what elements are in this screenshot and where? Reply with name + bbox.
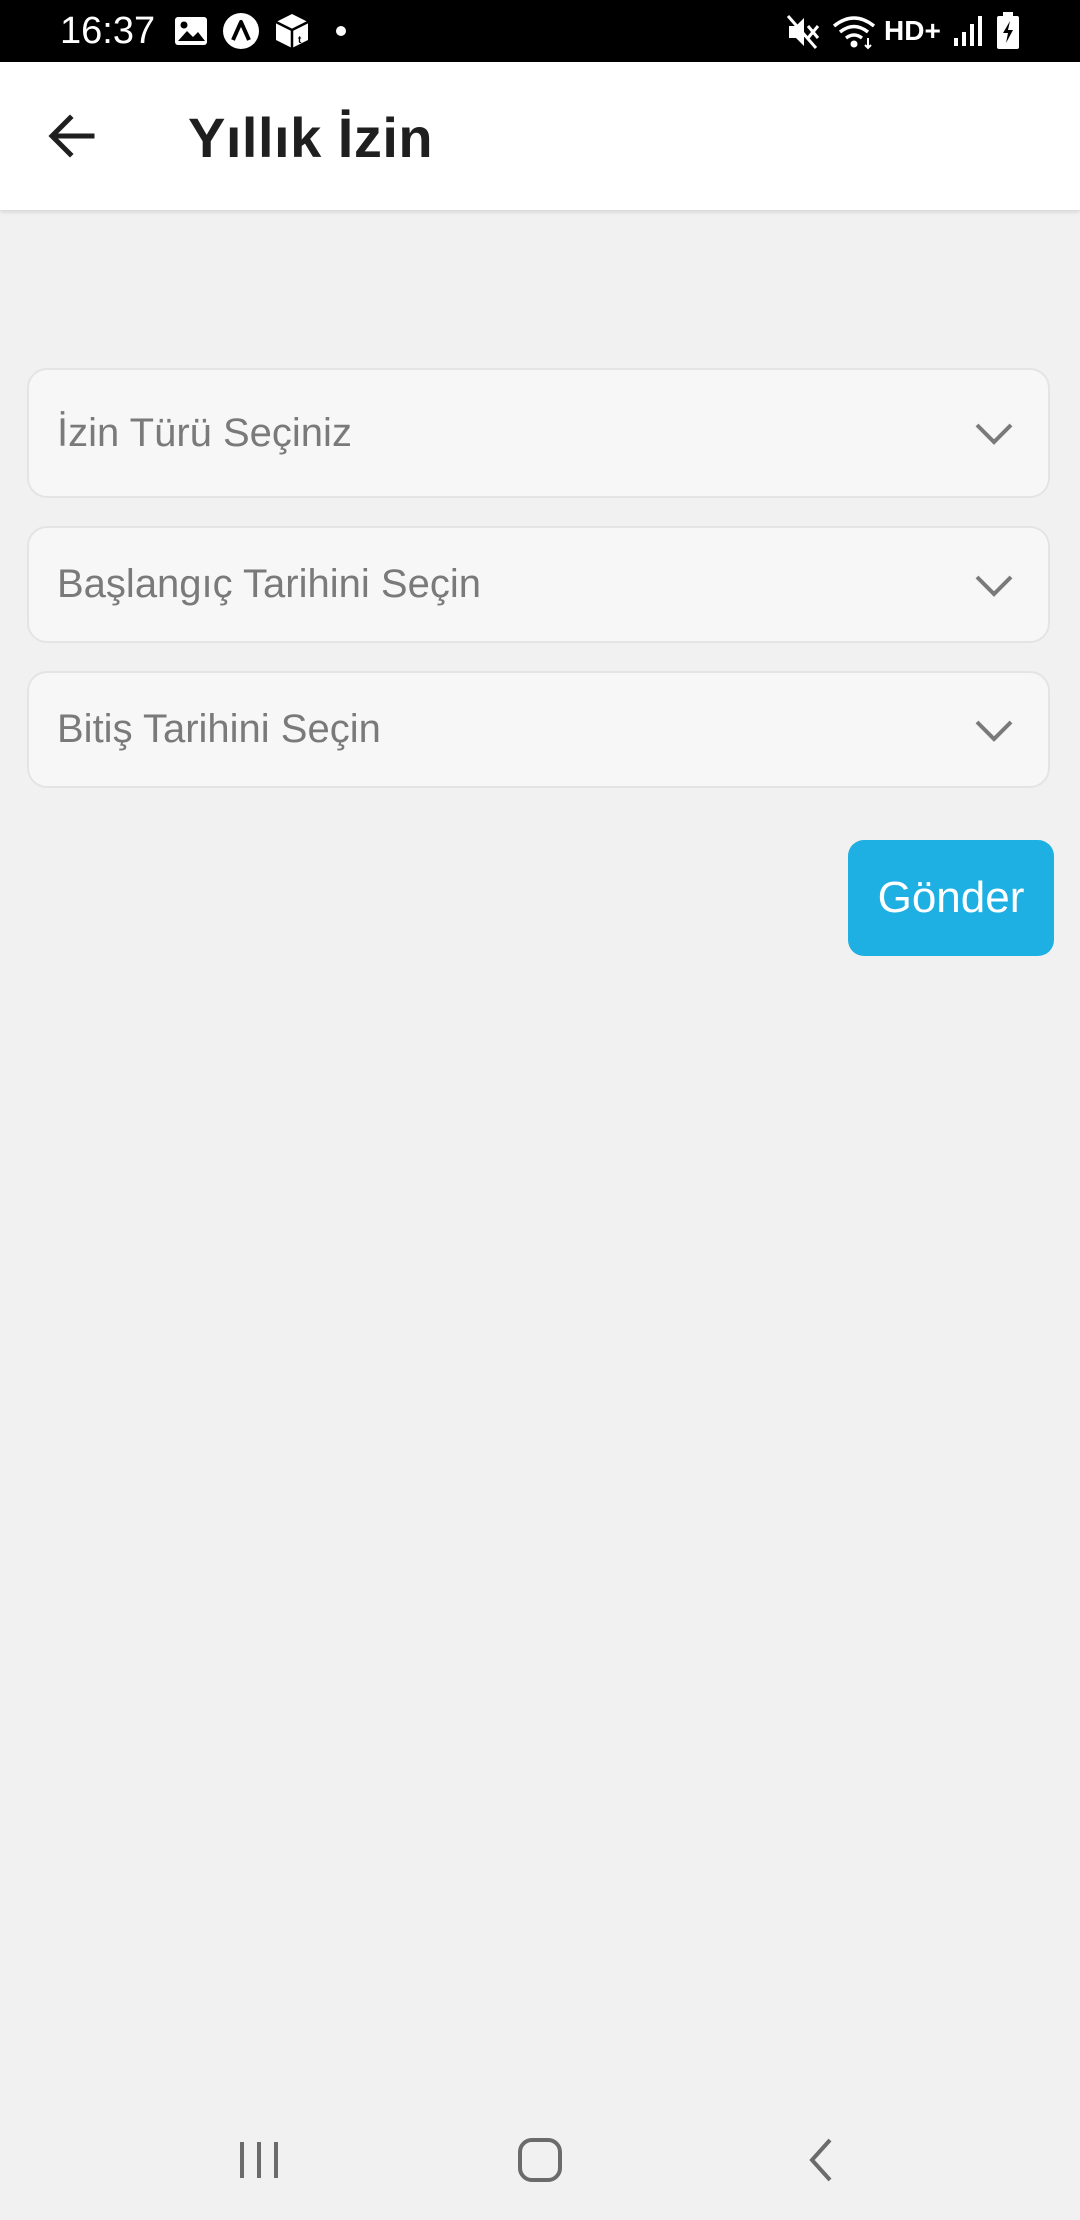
leave-type-placeholder: İzin Türü Seçiniz <box>57 411 352 455</box>
home-icon[interactable] <box>508 2128 572 2192</box>
arrow-left-icon[interactable] <box>44 108 100 164</box>
status-bar: 16:37 t HD+ <box>0 0 1080 62</box>
notification-dot-icon <box>336 26 346 36</box>
mute-icon <box>786 15 820 49</box>
leave-type-select[interactable]: İzin Türü Seçiniz <box>27 368 1050 498</box>
start-date-select[interactable]: Başlangıç Tarihini Seçin <box>27 526 1050 643</box>
package-icon: t <box>275 14 309 48</box>
chevron-down-icon <box>975 575 1013 597</box>
wifi-icon <box>832 16 876 50</box>
app-bar: Yıllık İzin <box>0 62 1080 210</box>
chevron-down-icon <box>975 720 1013 742</box>
chevron-down-icon <box>975 423 1013 445</box>
end-date-select[interactable]: Bitiş Tarihini Seçin <box>27 671 1050 788</box>
battery-charging-icon <box>997 12 1019 49</box>
end-date-placeholder: Bitiş Tarihini Seçin <box>57 707 381 751</box>
submit-button[interactable]: Gönder <box>848 840 1054 956</box>
recent-apps-icon[interactable] <box>228 2128 292 2192</box>
signal-icon <box>954 16 982 46</box>
start-date-placeholder: Başlangıç Tarihini Seçin <box>57 562 481 606</box>
page-title: Yıllık İzin <box>188 106 434 169</box>
status-time: 16:37 <box>60 10 156 52</box>
gallery-icon <box>175 17 207 45</box>
network-type-label: HD+ <box>884 15 941 46</box>
back-icon[interactable] <box>790 2128 854 2192</box>
navigation-bar <box>0 2100 1080 2220</box>
app-notification-icon <box>223 13 259 49</box>
